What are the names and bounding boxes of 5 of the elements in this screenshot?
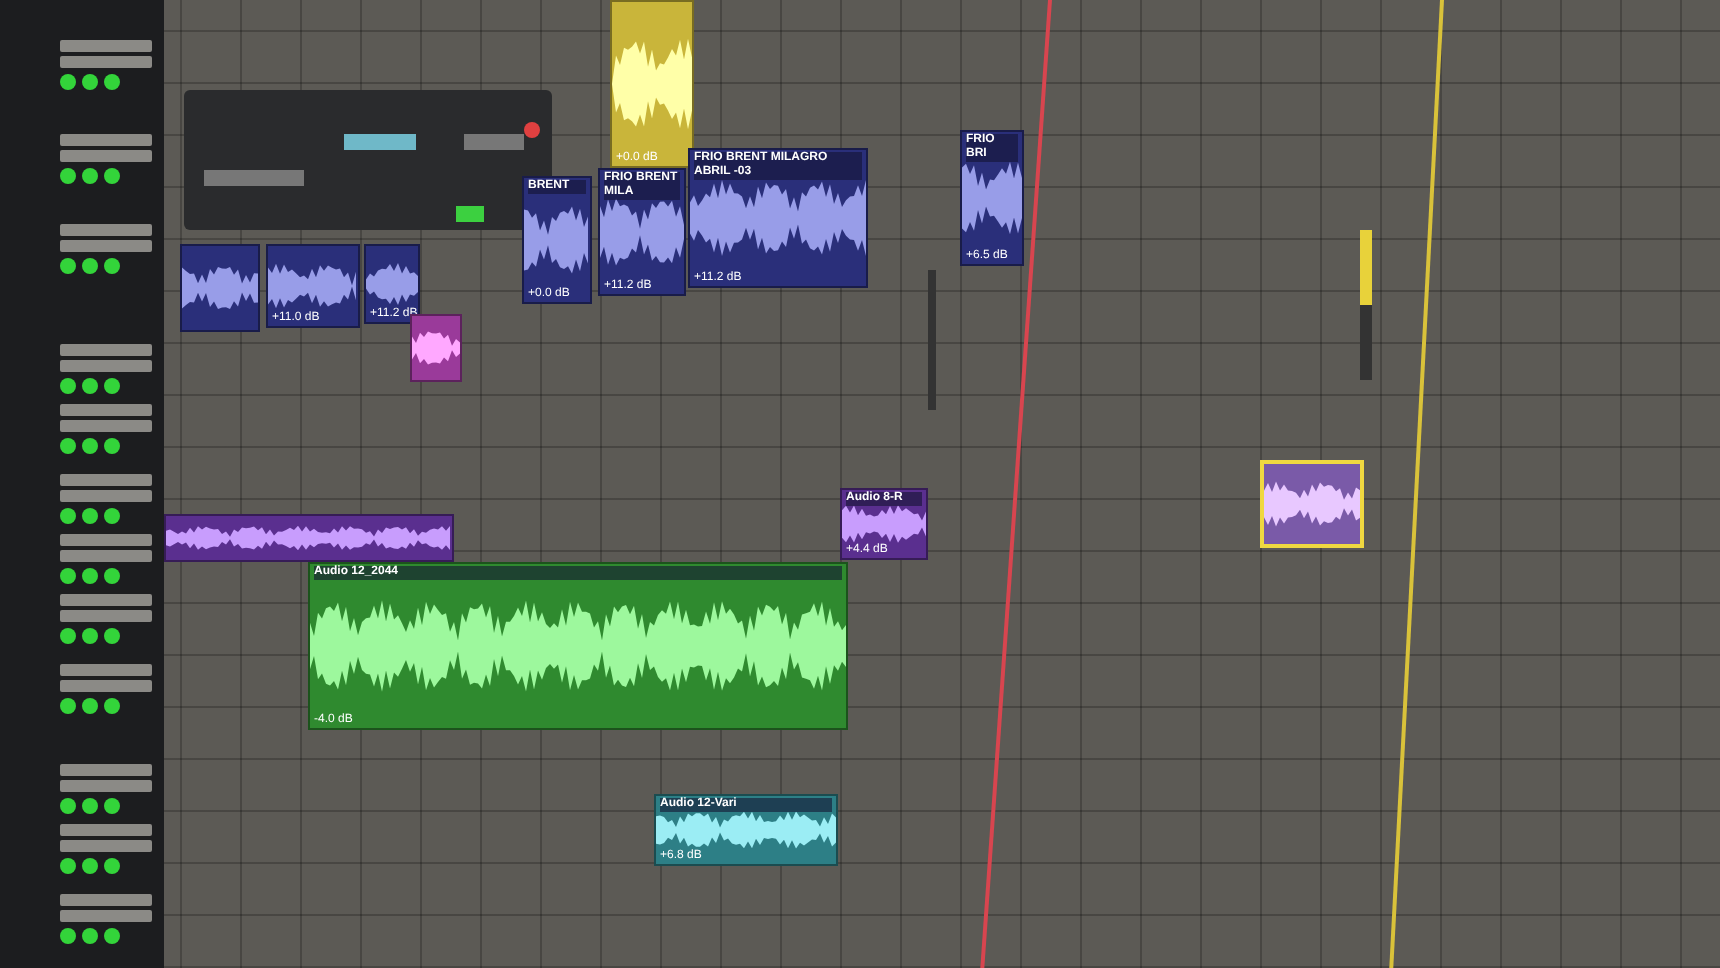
audio-clip[interactable] [164, 514, 454, 562]
level-marker [928, 270, 936, 410]
audio-clip[interactable] [1260, 460, 1364, 548]
audio-clip[interactable] [410, 314, 462, 382]
audio-clip[interactable] [180, 244, 260, 332]
